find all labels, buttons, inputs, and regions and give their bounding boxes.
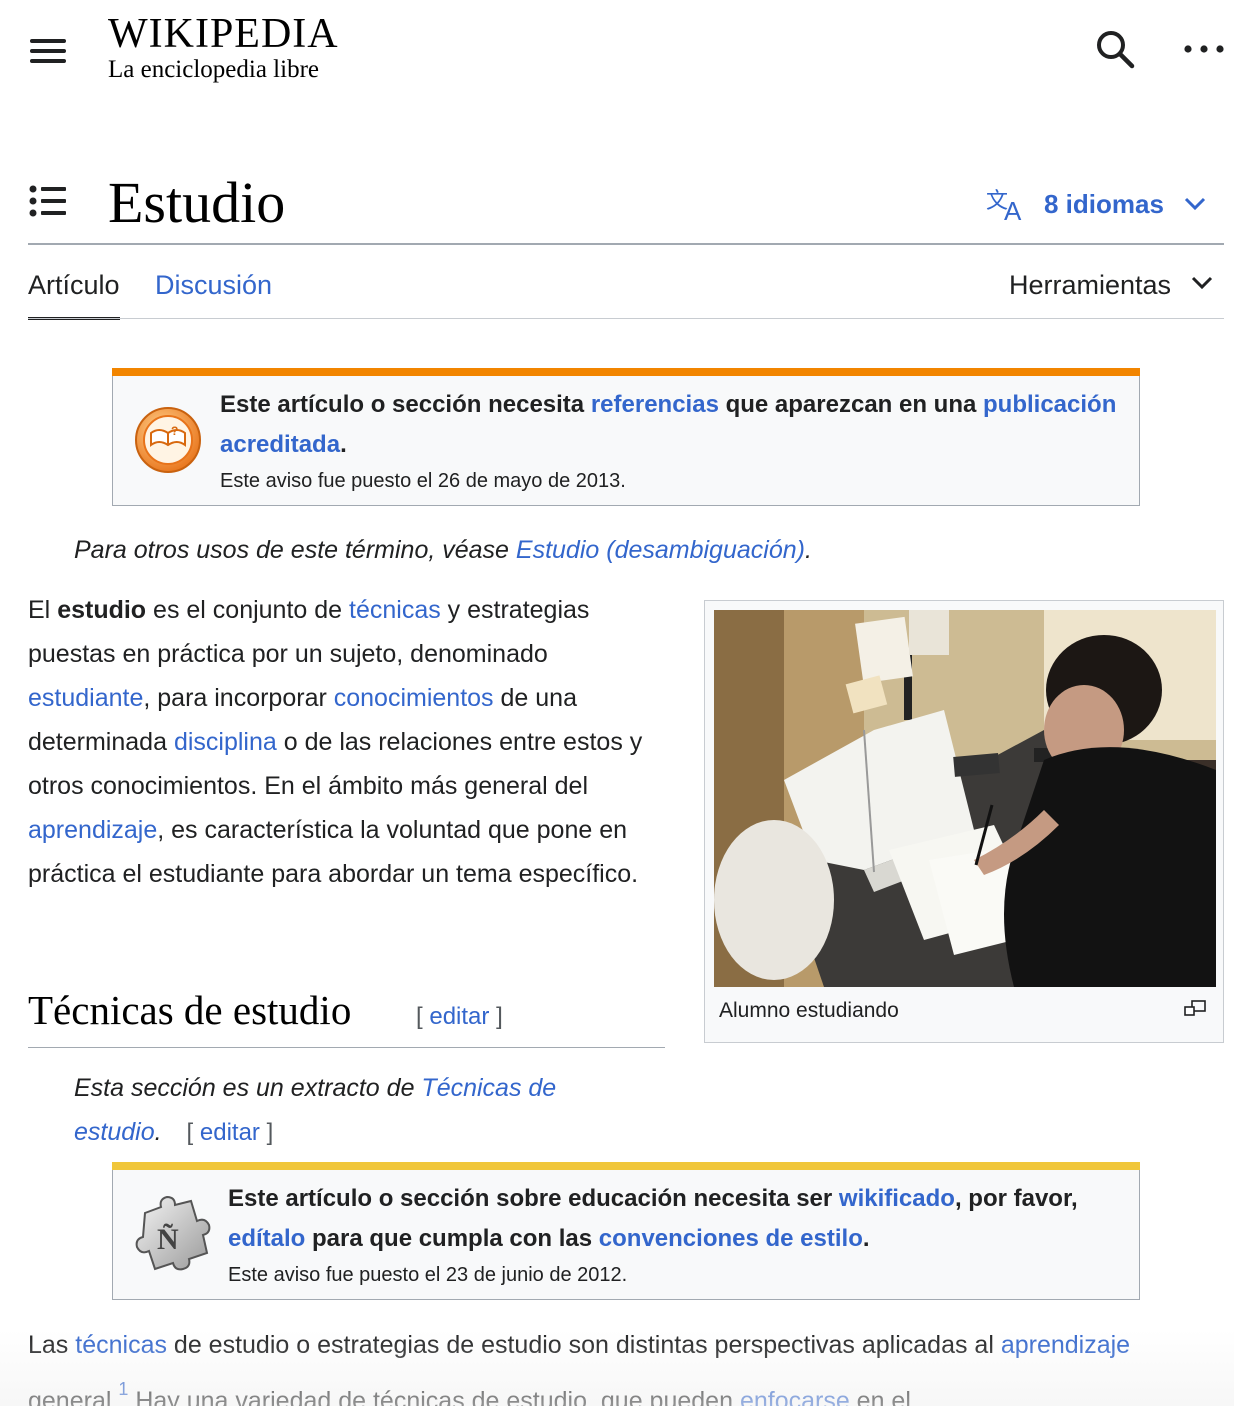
notice-text-part: que aparezcan en una — [718, 391, 984, 418]
excerpt-edit: [ editar ] — [187, 1119, 274, 1146]
tools-label: Herramientas — [1009, 270, 1172, 300]
tecnicas-link[interactable]: técnicas — [349, 596, 441, 624]
chevron-down-icon — [1184, 197, 1205, 211]
notice-date: Este aviso fue puesto el 23 de junio de … — [228, 1264, 628, 1286]
tab-article[interactable]: Artículo — [28, 270, 120, 320]
svg-text:Ñ: Ñ — [157, 1223, 179, 1256]
notice-text: Este artículo o sección sobre educación … — [228, 1179, 1108, 1259]
puzzle-piece-icon: Ñ — [135, 1195, 211, 1271]
hamburger-icon-bar — [30, 49, 66, 53]
book-question-icon: ? — [135, 407, 201, 473]
page-title: Estudio — [108, 170, 286, 235]
text-run: Las — [28, 1331, 76, 1359]
image-thumbnail: Alumno estudiando — [704, 600, 1224, 1043]
hatnote-text: Para otros usos de este término, véase — [74, 536, 516, 564]
notice-text-part: para que cumpla con las — [305, 1225, 599, 1252]
search-button[interactable] — [1094, 28, 1138, 72]
main-menu-button[interactable] — [28, 36, 68, 66]
style-conventions-link[interactable]: convenciones de estilo — [599, 1225, 863, 1252]
reference-link[interactable]: 1 — [118, 1379, 128, 1399]
excerpt-edit-link[interactable]: editar — [200, 1119, 260, 1146]
aprendizaje-link[interactable]: aprendizaje — [1001, 1331, 1130, 1359]
disambiguation-hatnote: Para otros usos de este término, véase E… — [74, 536, 812, 565]
notice-text-part: Este artículo o sección necesita — [220, 391, 591, 418]
text-run: , para incorporar — [143, 684, 334, 712]
estudiante-link[interactable]: estudiante — [28, 684, 143, 712]
hamburger-icon — [30, 39, 66, 43]
text-run: es el conjunto de — [146, 596, 350, 624]
notice-text-part: , por favor, — [954, 1185, 1078, 1212]
notice-stripe — [112, 368, 1140, 376]
notice-text-part: Este artículo o sección sobre educación … — [228, 1185, 839, 1212]
text-run: de estudio o estrategias de estudio son … — [166, 1331, 1001, 1359]
excerpt-end: . — [154, 1118, 162, 1146]
translate-icon: 文 A — [986, 189, 1022, 222]
wikipedia-tagline: La enciclopedia libre — [108, 56, 319, 83]
excerpt-text: Esta sección es un extracto de — [74, 1074, 422, 1102]
text-run: El — [28, 596, 58, 624]
references-notice: ? Este artículo o sección necesita refer… — [112, 368, 1140, 506]
tab-talk[interactable]: Discusión — [155, 270, 272, 301]
more-options-button[interactable] — [1180, 34, 1228, 64]
language-count-label: 8 idiomas — [1044, 188, 1164, 219]
enfocarse-link[interactable]: enfocarse — [740, 1387, 850, 1406]
conocimientos-link[interactable]: conocimientos — [334, 684, 494, 712]
ellipsis-icon — [1184, 45, 1224, 53]
hatnote-end: . — [804, 536, 812, 564]
student-photo[interactable] — [714, 610, 1216, 987]
search-icon — [1097, 31, 1135, 69]
disambiguation-link[interactable]: Estudio (desambiguación) — [516, 536, 805, 564]
wikipedia-wordmark[interactable]: WIKIPEDIA — [108, 10, 339, 58]
magnify-clip-icon[interactable] — [1183, 999, 1207, 1019]
notice-stripe — [112, 1162, 1140, 1170]
notice-date: Este aviso fue puesto el 26 de mayo de 2… — [220, 470, 626, 492]
svg-text:A: A — [1004, 196, 1022, 222]
list-icon — [29, 185, 66, 217]
notice-text-part: . — [340, 431, 347, 458]
bold-term: estudio — [57, 596, 147, 624]
title-divider — [28, 243, 1224, 245]
text-run: en el — [849, 1387, 911, 1406]
aprendizaje-link[interactable]: aprendizaje — [28, 816, 157, 844]
hamburger-icon-bar — [30, 59, 66, 63]
image-caption: Alumno estudiando — [719, 999, 899, 1022]
chevron-down-icon — [1192, 276, 1213, 290]
notice-text: Este artículo o sección necesita referen… — [220, 385, 1120, 465]
text-run: Hay una variedad de técnicas de estudio,… — [128, 1387, 740, 1406]
wikify-notice: Ñ Este artículo o sección sobre educació… — [112, 1162, 1140, 1300]
tools-dropdown-button[interactable]: Herramientas — [1009, 270, 1213, 301]
toc-button[interactable] — [28, 182, 68, 222]
tecnicas-link[interactable]: técnicas — [75, 1331, 167, 1359]
svg-text:?: ? — [171, 424, 178, 438]
section-divider — [28, 1047, 665, 1048]
section-edit: [ editar ] — [416, 1003, 503, 1031]
edit-bracket: [ — [186, 1119, 194, 1146]
references-link[interactable]: referencias — [591, 391, 719, 418]
text-run: general. — [28, 1387, 119, 1406]
disciplina-link[interactable]: disciplina — [174, 728, 277, 756]
edit-bracket: ] — [266, 1119, 274, 1146]
techniques-paragraph: Las técnicas de estudio o estrategias de… — [28, 1323, 1224, 1406]
editalo-link[interactable]: edítalo — [228, 1225, 305, 1252]
edit-bracket: ] — [496, 1003, 503, 1030]
section-heading: Técnicas de estudio — [28, 987, 352, 1033]
student-photo-illustration — [714, 610, 1216, 987]
section-edit-link[interactable]: editar — [429, 1003, 489, 1030]
edit-bracket: [ — [416, 1003, 423, 1030]
notice-text-part: . — [862, 1225, 870, 1252]
wikificado-link[interactable]: wikificado — [839, 1185, 955, 1212]
excerpt-hatnote: Esta sección es un extracto de Técnicas … — [74, 1066, 634, 1155]
intro-paragraph: El estudio es el conjunto de técnicas y … — [28, 588, 668, 896]
language-selector-button[interactable]: 文 A 8 idiomas — [986, 182, 1206, 226]
tabs-divider — [28, 318, 1224, 319]
